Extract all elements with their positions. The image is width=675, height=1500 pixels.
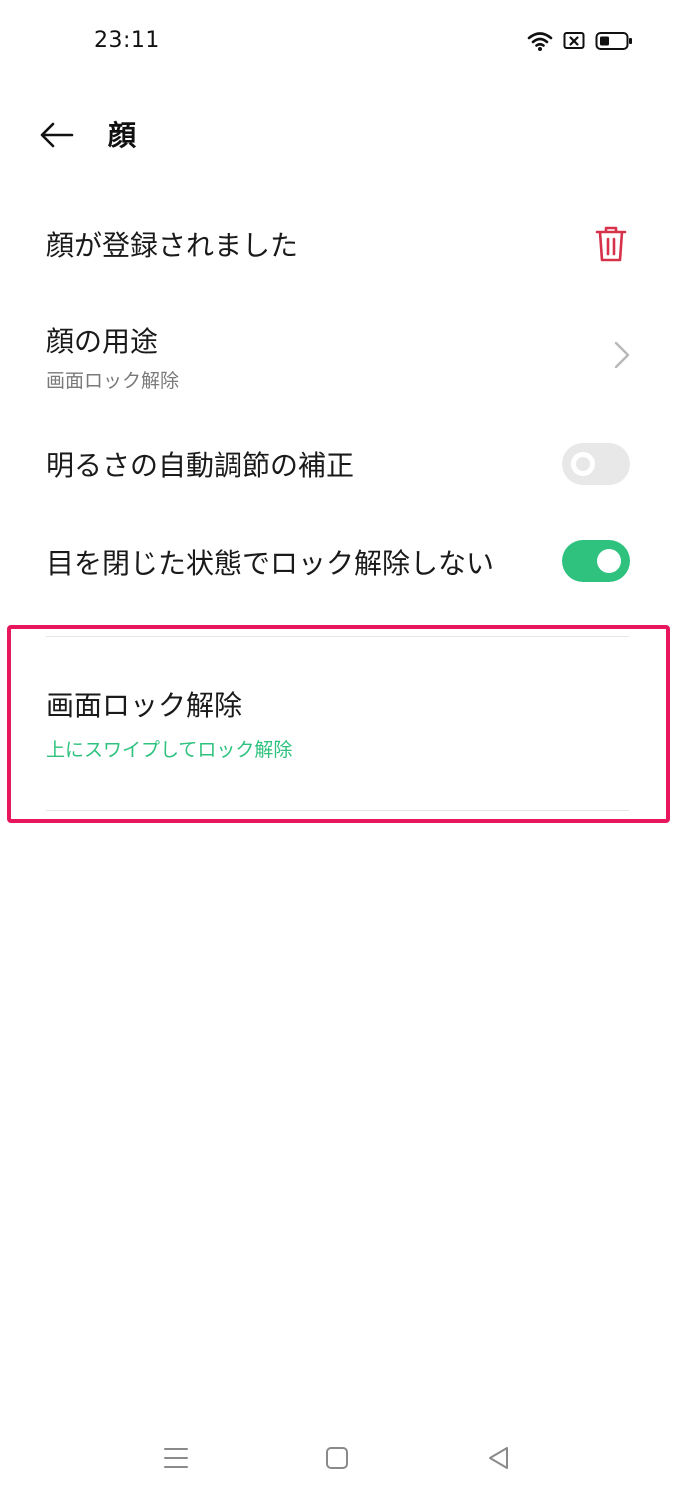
brightness-correction-label: 明るさの自動調節の補正 [46,449,355,482]
battery-icon [595,32,632,50]
face-usage-value: 画面ロック解除 [46,370,180,392]
home-icon [326,1447,348,1469]
status-icons [527,30,633,52]
face-registered-label: 顔が登録されました [46,229,299,262]
chevron-right-icon [614,341,630,369]
eyes-closed-toggle[interactable] [562,540,630,582]
back-nav-button[interactable] [479,1438,519,1478]
status-time: 23:11 [94,28,160,53]
recent-apps-button[interactable] [156,1438,196,1478]
page-title: 顔 [108,119,137,152]
highlight-box [7,625,670,823]
toggle-knob [571,452,595,476]
status-bar: 23:11 [0,0,675,86]
trash-icon [595,226,627,262]
menu-icon [164,1448,188,1468]
wifi-icon [527,32,553,51]
home-button[interactable] [317,1438,357,1478]
face-usage-label: 顔の用途 [46,325,159,358]
back-button[interactable] [36,114,78,156]
arrow-left-icon [40,122,74,148]
delete-face-button[interactable] [593,224,629,264]
sim-blocked-icon [563,32,585,49]
app-bar: 顔 [0,100,675,170]
face-usage-row[interactable]: 顔の用途 画面ロック解除 [0,300,675,410]
face-registered-row: 顔が登録されました [0,200,675,290]
navigation-bar [0,1420,675,1500]
brightness-correction-toggle[interactable] [562,443,630,485]
back-triangle-icon [489,1447,508,1469]
toggle-knob [597,549,621,573]
eyes-closed-label: 目を閉じた状態でロック解除しない [46,547,495,580]
